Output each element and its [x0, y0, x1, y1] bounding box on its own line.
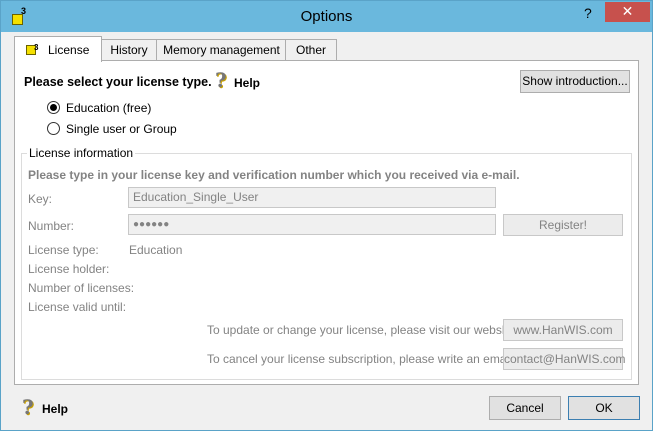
register-button[interactable]: Register! [503, 214, 623, 236]
radio-education-label[interactable]: Education (free) [66, 101, 151, 115]
update-license-text: To update or change your license, please… [207, 323, 526, 337]
options-dialog: 3 Options ? ✕ 3 License History Memory m… [0, 0, 653, 431]
number-label: Number: [28, 219, 75, 233]
cancel-button[interactable]: Cancel [489, 396, 561, 420]
email-button[interactable]: contact@HanWIS.com [503, 348, 626, 370]
tab-memory-management[interactable]: Memory management [156, 39, 287, 61]
license-information-title: License information [27, 146, 136, 160]
number-of-licenses-label: Number of licenses: [28, 281, 135, 295]
show-introduction-button[interactable]: Show introduction... [520, 70, 630, 93]
license-holder-label: License holder: [28, 262, 110, 276]
radio-education[interactable] [47, 101, 60, 114]
license-valid-until-label: License valid until: [28, 300, 127, 314]
license-type-heading: Please select your license type. [24, 75, 212, 89]
tab-license-label: License [48, 43, 90, 57]
key-label: Key: [28, 192, 53, 206]
close-button[interactable]: ✕ [605, 2, 650, 22]
tab-license[interactable]: 3 License [14, 36, 102, 62]
help-link[interactable]: Help [234, 76, 260, 90]
radio-single-user[interactable] [47, 122, 60, 135]
license-type-label: License type: [28, 243, 99, 257]
radio-single-user-label[interactable]: Single user or Group [66, 122, 177, 136]
license-type-value: Education [129, 243, 183, 257]
title-help-icon[interactable]: ? [584, 5, 592, 21]
license-instruction: Please type in your license key and veri… [28, 168, 520, 182]
number-field[interactable]: ●●●●●● [128, 214, 496, 235]
webshop-button[interactable]: www.HanWIS.com [503, 319, 623, 341]
tab-history[interactable]: History [100, 39, 158, 61]
footer-help-link[interactable]: Help [42, 402, 68, 416]
license-panel: Please select your license type. ? Help … [14, 60, 639, 385]
footer-help-icon[interactable]: ? [22, 395, 34, 419]
cancel-subscription-text: To cancel your license subscription, ple… [207, 352, 529, 366]
ok-button[interactable]: OK [568, 396, 640, 420]
help-icon[interactable]: ? [215, 68, 227, 92]
title-bar[interactable]: 3 Options ? ✕ [1, 1, 652, 32]
window-title: Options [300, 8, 353, 25]
license-tab-icon: 3 [25, 40, 41, 56]
tab-other[interactable]: Other [285, 39, 337, 61]
key-field[interactable]: Education_Single_User [128, 187, 496, 208]
